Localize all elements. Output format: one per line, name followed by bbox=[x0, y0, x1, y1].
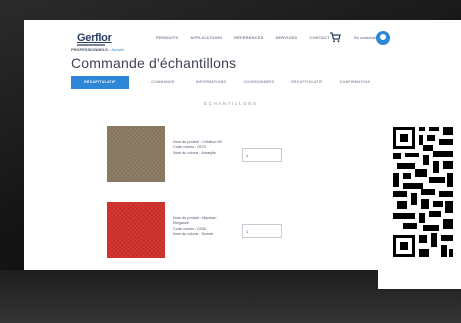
quantity-input[interactable]: 1 bbox=[242, 148, 282, 162]
breadcrumb: PROFESSIONNELS › Accueil bbox=[71, 47, 124, 52]
nav-item-applications[interactable]: APPLICATIONS bbox=[190, 35, 222, 40]
main-nav: PRODUITS APPLICATIONS RÉFÉRENCES SERVICE… bbox=[156, 35, 330, 40]
top-bar: Gerflor PRODUITS APPLICATIONS RÉFÉRENCES… bbox=[24, 20, 461, 60]
step-contact-details[interactable]: COORDONNÉES bbox=[235, 80, 283, 84]
sample-swatch bbox=[107, 202, 165, 258]
cart-icon[interactable] bbox=[329, 31, 341, 43]
nav-item-references[interactable]: RÉFÉRENCES bbox=[234, 35, 263, 40]
quantity-input[interactable]: 1 bbox=[242, 224, 282, 238]
sample-color-name: Nom du coloris : Sunset bbox=[173, 232, 214, 237]
nav-item-contact[interactable]: CONTACT bbox=[309, 35, 330, 40]
nav-item-services[interactable]: SERVICES bbox=[276, 35, 298, 40]
step-summary[interactable]: RÉCAPITULATIF bbox=[283, 80, 331, 84]
sample-info: Nom du produit : Mipolam Elegance Code c… bbox=[173, 216, 216, 238]
step-order[interactable]: COMMANDE bbox=[139, 80, 187, 84]
sample-color-name: Nom du coloris : Amarylis bbox=[173, 150, 216, 155]
qr-code-icon bbox=[393, 127, 453, 257]
sample-info: Nom du produit : Création 55 Code colori… bbox=[173, 140, 222, 156]
logo-underline bbox=[77, 44, 105, 46]
section-title: ÉCHANTILLONS bbox=[204, 101, 258, 106]
checkout-steps: RÉCAPITULATIF COMMANDE INFORMATIONS COOR… bbox=[71, 75, 451, 89]
sample-swatch bbox=[107, 126, 165, 182]
brand-logo[interactable]: Gerflor bbox=[77, 32, 112, 44]
breadcrumb-current[interactable]: Accueil bbox=[111, 47, 124, 52]
step-confirmation[interactable]: CONFIRMATION bbox=[331, 80, 379, 84]
page-title: Commande d'échantillons bbox=[71, 55, 237, 71]
step-recap-active[interactable]: RÉCAPITULATIF bbox=[71, 75, 129, 89]
sample-item: Nom du produit : Création 55 Code colori… bbox=[107, 126, 397, 194]
nav-item-products[interactable]: PRODUITS bbox=[156, 35, 178, 40]
qr-code-card bbox=[378, 117, 461, 289]
sample-item: Nom du produit : Mipolam Elegance Code c… bbox=[107, 202, 397, 270]
user-icon[interactable] bbox=[376, 31, 390, 45]
breadcrumb-root[interactable]: PROFESSIONNELS bbox=[71, 47, 108, 52]
step-information[interactable]: INFORMATIONS bbox=[187, 80, 235, 84]
